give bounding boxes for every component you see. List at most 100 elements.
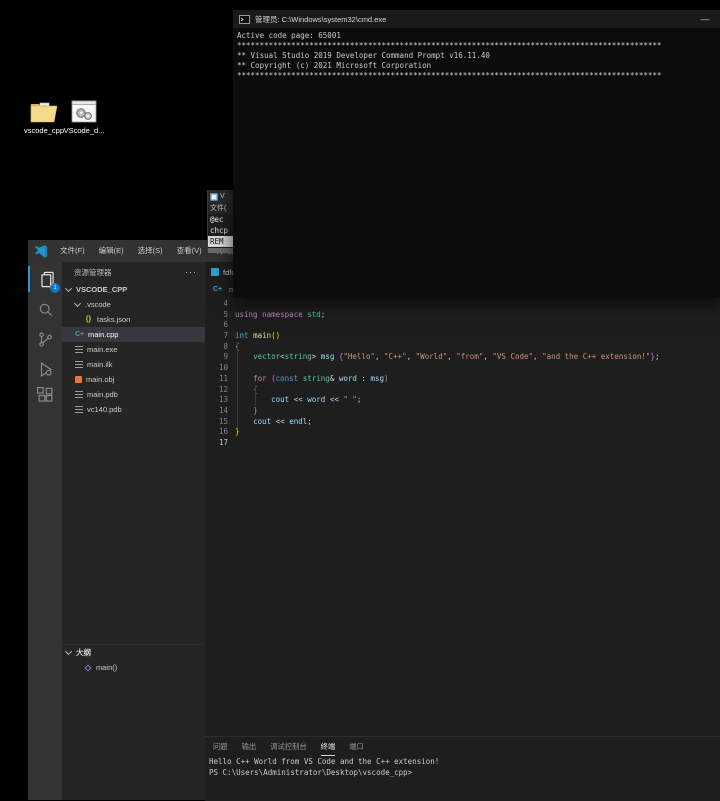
line-number: 11 xyxy=(205,374,228,385)
explorer-activity-button[interactable]: 1 xyxy=(28,266,64,292)
tree-item-label: main.exe xyxy=(87,345,117,354)
notepad-line: @ec xyxy=(208,214,234,225)
line-number: 14 xyxy=(205,406,228,417)
tree-item-main.obj[interactable]: main.obj xyxy=(62,372,205,387)
source-control-activity-button[interactable] xyxy=(28,326,62,352)
cmd-output-line: ** Copyright (c) 2021 Microsoft Corporat… xyxy=(237,61,716,71)
cmd-window-title: 管理员: C:\Windows\system32\cmd.exe xyxy=(255,14,691,25)
code-line-14: 14 } xyxy=(205,406,720,417)
cmd-output-line: Active code page: 65001 xyxy=(237,31,716,41)
code-line-12: 12 { xyxy=(205,385,720,396)
line-number: 17 xyxy=(205,438,228,449)
line-number: 4 xyxy=(205,299,228,310)
notepad-content[interactable]: @ecchcp xyxy=(208,214,234,236)
outline-item-main[interactable]: main() xyxy=(62,660,205,675)
terminal-output[interactable]: Hello C++ World from VS Code and the C++… xyxy=(205,756,720,778)
code-text: cout << endl; xyxy=(235,417,312,428)
obj-file-icon xyxy=(75,376,82,383)
cmd-output-line: ** Visual Studio 2019 Developer Command … xyxy=(237,51,716,61)
desktop-icon-label: vscode_cpp xyxy=(22,126,66,135)
outline-header[interactable]: 大纲 xyxy=(62,645,205,660)
code-line-17: 17 xyxy=(205,438,720,449)
code-line-5: 5using namespace std; xyxy=(205,310,720,321)
menu-文件[interactable]: 文件(F) xyxy=(53,240,92,262)
tree-item-tasks.json[interactable]: {} tasks.json xyxy=(62,312,205,327)
json-file-icon: {} xyxy=(84,315,93,324)
sidebar-title: 资源管理器 xyxy=(74,267,112,278)
run-debug-icon xyxy=(36,360,55,379)
notepad-title: V xyxy=(220,193,225,200)
code-text: } xyxy=(235,427,240,438)
search-activity-button[interactable] xyxy=(28,296,62,322)
run-debug-activity-button[interactable] xyxy=(28,356,62,382)
tree-item-main.pdb[interactable]: main.pdb xyxy=(62,387,205,402)
code-line-7: 7int main() xyxy=(205,331,720,342)
menu-编辑[interactable]: 编辑(E) xyxy=(92,240,131,262)
code-line-8: 8{ xyxy=(205,342,720,353)
cmd-console[interactable]: Active code page: 65001*****************… xyxy=(233,28,720,84)
tree-item-label: tasks.json xyxy=(97,315,130,324)
cmd-title-bar[interactable]: 管理员: C:\Windows\system32\cmd.exe — xyxy=(233,10,720,28)
cmd-icon xyxy=(239,15,250,24)
notepad-menu[interactable]: 文件( xyxy=(208,203,234,214)
more-actions-icon[interactable]: ··· xyxy=(185,267,197,277)
tree-item-label: main.obj xyxy=(86,375,114,384)
tree-item-label: main.pdb xyxy=(87,390,118,399)
line-number: 7 xyxy=(205,331,228,342)
code-editor[interactable]: 45using namespace std;67int main()8{9 ve… xyxy=(205,296,720,739)
tree-root-vscode-cpp[interactable]: VSCODE_CPP xyxy=(62,282,205,297)
code-text: for (const string& word : msg) xyxy=(235,374,389,385)
line-number: 16 xyxy=(205,427,228,438)
minimize-button[interactable]: — xyxy=(696,14,714,24)
editor-area: fdfds C+ main.cpp 45using namespace std;… xyxy=(205,262,720,800)
vscode-window: 文件(F)编辑(E)选择(S)查看(V)转到(G)运行(R) 1 xyxy=(28,240,720,800)
notepad-title-bar[interactable]: V xyxy=(208,190,234,203)
notepad-line: chcp xyxy=(208,225,234,236)
notepad-selected-line: REM xyxy=(208,236,234,247)
panel-tab-端口[interactable]: 端口 xyxy=(349,738,364,755)
method-symbol-icon xyxy=(84,664,92,672)
tree-item-.vscode[interactable]: .vscode xyxy=(62,297,205,312)
file-icon xyxy=(211,268,219,276)
desktop-icon-vscode-batch[interactable]: VScode_d... xyxy=(62,97,106,135)
menu-选择[interactable]: 选择(S) xyxy=(131,240,170,262)
indent-guide xyxy=(237,342,238,428)
line-number: 5 xyxy=(205,310,228,321)
code-line-4: 4 xyxy=(205,299,720,310)
line-number: 6 xyxy=(205,320,228,331)
terminal-line: Hello C++ World from VS Code and the C++… xyxy=(205,756,720,767)
tree-item-vc140.pdb[interactable]: vc140.pdb xyxy=(62,402,205,417)
code-line-16: 16} xyxy=(205,427,720,438)
code-text: vector<string> msg {"Hello", "C++", "Wor… xyxy=(235,352,659,363)
tree-item-main.ilk[interactable]: main.ilk xyxy=(62,357,205,372)
cpp-file-icon: C+ xyxy=(213,285,222,294)
code-text: cout << word << " "; xyxy=(235,395,361,406)
desktop-icon-vscode-cpp[interactable]: vscode_cpp xyxy=(22,97,66,135)
extensions-activity-button[interactable] xyxy=(28,382,62,408)
panel-tab-问题[interactable]: 问题 xyxy=(213,738,228,755)
tree-item-main.exe[interactable]: main.exe xyxy=(62,342,205,357)
file-tree: .vscode {} tasks.json C+main.cpp main.exe mai… xyxy=(62,297,205,417)
explorer-sidebar: 资源管理器 ··· VSCODE_CPP .vscode {} tasks.json… xyxy=(62,262,205,800)
code-text: } xyxy=(235,406,258,417)
chevron-down-icon xyxy=(74,300,81,307)
code-line-13: 13 cout << word << " "; xyxy=(205,395,720,406)
panel-tab-调试控制台[interactable]: 调试控制台 xyxy=(270,738,306,755)
line-number: 15 xyxy=(205,417,228,428)
panel-tab-终端[interactable]: 终端 xyxy=(321,738,336,756)
code-line-9: 9 vector<string> msg {"Hello", "C++", "W… xyxy=(205,352,720,363)
code-line-6: 6 xyxy=(205,320,720,331)
outline-section: 大纲 main() xyxy=(62,644,205,675)
binary-file-icon xyxy=(75,361,83,368)
cmd-output-line: ****************************************… xyxy=(237,41,716,51)
panel-tab-输出[interactable]: 输出 xyxy=(242,738,257,755)
tree-item-label: main.ilk xyxy=(87,360,112,369)
line-number: 9 xyxy=(205,352,228,363)
line-number: 12 xyxy=(205,385,228,396)
notepad-window[interactable]: V 文件( @ecchcp REM xyxy=(207,190,234,253)
menu-查看[interactable]: 查看(V) xyxy=(170,240,209,262)
tree-item-main.cpp[interactable]: C+main.cpp xyxy=(62,327,205,342)
binary-file-icon xyxy=(75,406,83,413)
notepad-status-strip xyxy=(208,248,234,253)
cmd-window: 管理员: C:\Windows\system32\cmd.exe — Activ… xyxy=(233,10,720,298)
